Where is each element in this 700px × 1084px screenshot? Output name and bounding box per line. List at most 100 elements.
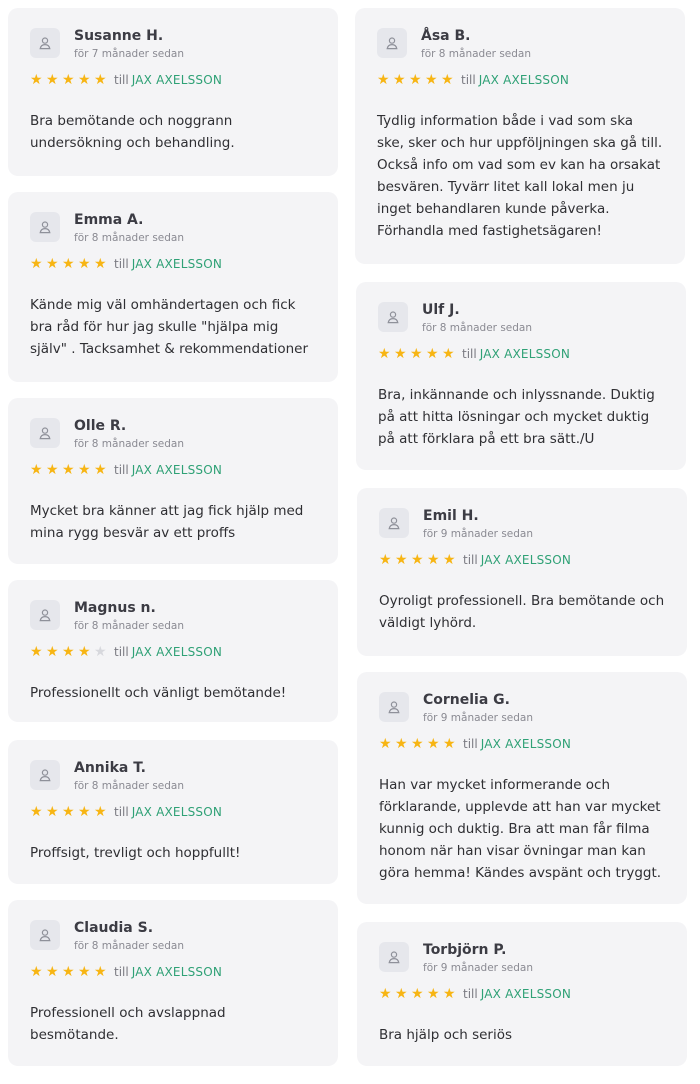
review-time: för 8 månader sedan [74,940,185,952]
user-icon [30,600,60,630]
star-icon: ★ [441,72,454,88]
star-icon: ★ [409,72,422,88]
employee-link[interactable]: JAX AXELSSON [132,805,222,819]
review-time: för 8 månader sedan [74,232,185,244]
star-icon: ★ [30,644,43,660]
review-text: Han var mycket informerande och förklara… [379,777,662,881]
reviewer-name: Åsa B. [421,28,471,44]
star-icon: ★ [427,736,440,752]
review-text: Proffsigt, trevligt och hoppfullt! [30,845,241,861]
star-rating: ★ ★ ★ ★ ★ till JAX AXELSSON [30,73,316,87]
till-label: till [463,987,478,1001]
star-icon: ★ [94,462,107,478]
star-icon: ★ [411,552,424,568]
star-rating: ★ ★ ★ ★ ★ till JAX AXELSSON [379,987,665,1001]
star-rating: ★ ★ ★ ★ ★ till JAX AXELSSON [30,805,316,819]
stars-row: ★ ★ ★ ★ ★ [30,965,110,979]
review-text: Bra bemötande och noggrann undersökning … [30,113,235,151]
stars-row: ★ ★ ★ ★ ★ [379,553,459,567]
review-card: Annika T. för 8 månader sedan ★ ★ ★ ★ ★ till… [8,740,338,884]
star-rating: ★ ★ ★ ★ ★ till JAX AXELSSON [30,965,316,979]
reviewer-name: Cornelia G. [423,692,510,708]
star-icon: ★ [443,986,456,1002]
employee-link[interactable]: JAX AXELSSON [132,645,222,659]
employee-link[interactable]: JAX AXELSSON [132,965,222,979]
review-card: Susanne H. för 7 månader sedan ★ ★ ★ ★ ★ til… [8,8,338,176]
user-icon [379,942,409,972]
star-icon: ★ [94,256,107,272]
user-icon [377,28,407,58]
star-rating: ★ ★ ★ ★ ★ till JAX AXELSSON [30,463,316,477]
review-text: Tydlig information både i vad som ska sk… [377,113,663,239]
employee-link[interactable]: JAX AXELSSON [480,347,570,361]
star-icon: ★ [30,256,43,272]
review-text: Kände mig väl omhändertagen och fick bra… [30,297,309,357]
star-icon: ★ [78,462,91,478]
star-icon: ★ [30,72,43,88]
employee-link[interactable]: JAX AXELSSON [481,987,571,1001]
star-icon: ★ [443,552,456,568]
employee-link[interactable]: JAX AXELSSON [479,73,569,87]
till-label: till [462,347,477,361]
user-icon [30,28,60,58]
review-card: Cornelia G. för 9 månader sedan ★ ★ ★ ★ ★ ti… [357,672,687,904]
star-icon: ★ [62,804,75,820]
star-icon: ★ [78,964,91,980]
review-time: för 9 månader sedan [423,962,534,974]
star-icon: ★ [94,644,107,660]
review-text: Professionellt och vänligt bemötande! [30,685,287,701]
employee-link[interactable]: JAX AXELSSON [132,73,222,87]
star-rating: ★ ★ ★ ★ ★ till JAX AXELSSON [379,553,665,567]
stars-row: ★ ★ ★ ★ ★ [30,463,110,477]
star-icon: ★ [378,346,391,362]
employee-link[interactable]: JAX AXELSSON [481,553,571,567]
till-label: till [114,645,129,659]
star-icon: ★ [46,256,59,272]
review-text: Oyroligt professionell. Bra bemötande oc… [379,593,665,631]
reviewer-name: Emil H. [423,508,479,524]
star-rating: ★ ★ ★ ★ ★ till JAX AXELSSON [30,645,316,659]
star-icon: ★ [94,72,107,88]
star-icon: ★ [442,346,455,362]
star-icon: ★ [62,256,75,272]
stars-row: ★ ★ ★ ★ ★ [30,645,110,659]
review-card: Emma A. för 8 månader sedan ★ ★ ★ ★ ★ till J… [8,192,338,382]
review-time: för 8 månader sedan [421,48,532,60]
star-icon: ★ [425,72,438,88]
review-card: Magnus n. för 8 månader sedan ★ ★ ★ ★ ★ till… [8,580,338,722]
user-icon [378,302,408,332]
till-label: till [461,73,476,87]
review-time: för 9 månader sedan [423,712,534,724]
stars-row: ★ ★ ★ ★ ★ [30,257,110,271]
star-icon: ★ [62,462,75,478]
star-icon: ★ [394,346,407,362]
till-label: till [114,463,129,477]
star-icon: ★ [410,346,423,362]
star-icon: ★ [78,644,91,660]
star-icon: ★ [395,552,408,568]
review-text: Mycket bra känner att jag fick hjälp med… [30,503,304,541]
reviewer-name: Ulf J. [422,302,460,318]
star-icon: ★ [30,804,43,820]
star-icon: ★ [78,72,91,88]
employee-link[interactable]: JAX AXELSSON [132,463,222,477]
star-icon: ★ [393,72,406,88]
star-icon: ★ [395,736,408,752]
stars-row: ★ ★ ★ ★ ★ [379,737,459,751]
review-card: Olle R. för 8 månader sedan ★ ★ ★ ★ ★ till J… [8,398,338,564]
star-icon: ★ [426,346,439,362]
review-card: Ulf J. för 8 månader sedan ★ ★ ★ ★ ★ till JA… [356,282,686,470]
star-icon: ★ [379,736,392,752]
star-icon: ★ [46,462,59,478]
star-rating: ★ ★ ★ ★ ★ till JAX AXELSSON [30,257,316,271]
star-icon: ★ [94,804,107,820]
till-label: till [114,805,129,819]
employee-link[interactable]: JAX AXELSSON [132,257,222,271]
review-time: för 8 månader sedan [422,322,533,334]
reviewer-name: Emma A. [74,212,144,228]
employee-link[interactable]: JAX AXELSSON [481,737,571,751]
star-icon: ★ [46,72,59,88]
user-icon [30,760,60,790]
user-icon [379,692,409,722]
reviewer-name: Susanne H. [74,28,164,44]
